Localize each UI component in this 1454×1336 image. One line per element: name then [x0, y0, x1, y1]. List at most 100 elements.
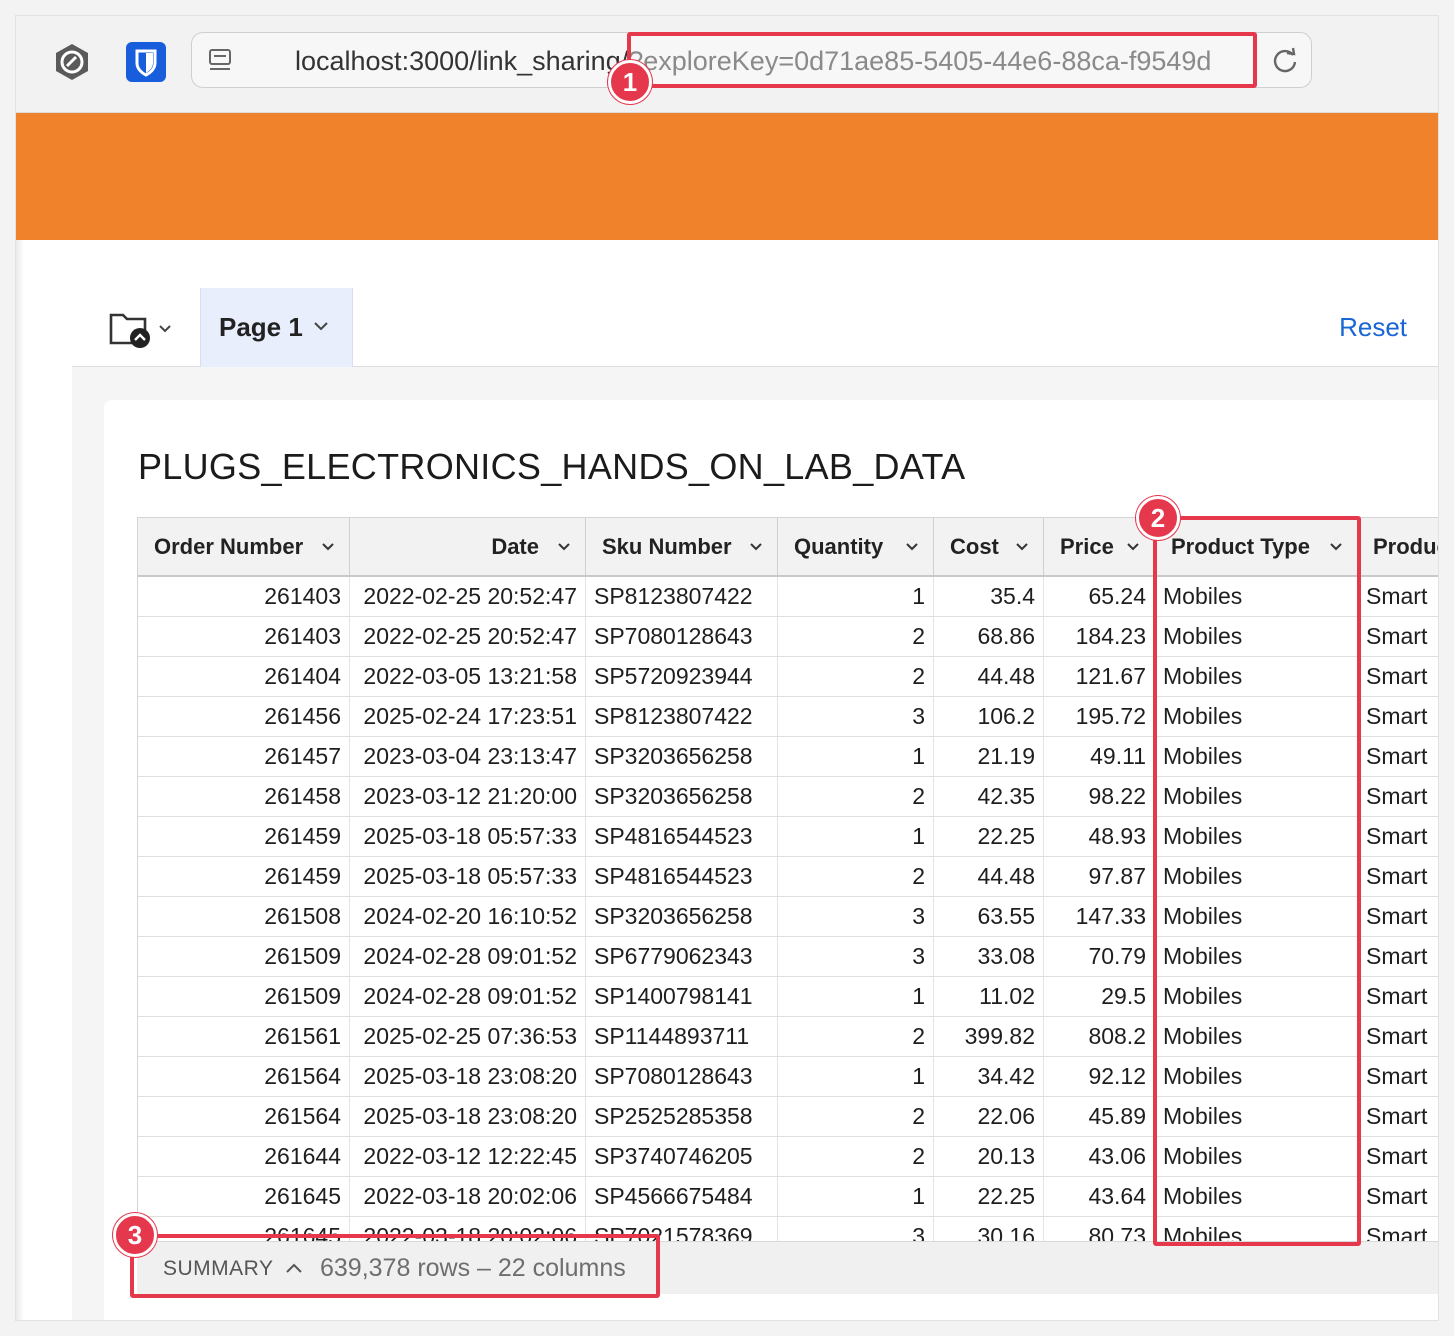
table-cell: 11.02 — [934, 977, 1044, 1016]
table-cell: 2022-03-05 13:21:58 — [350, 657, 586, 696]
table-cell: SP5720923944 — [586, 657, 778, 696]
table-cell: 2022-02-25 20:52:47 — [350, 617, 586, 656]
table-cell: SP1400798141 — [586, 977, 778, 1016]
table-cell: 1 — [778, 817, 934, 856]
table-cell: 3 — [778, 897, 934, 936]
table-cell: 33.08 — [934, 937, 1044, 976]
table-cell: Smart — [1358, 777, 1438, 816]
table-cell: 98.22 — [1044, 777, 1155, 816]
bitwarden-extension-icon[interactable] — [126, 42, 166, 82]
table-cell: 2025-02-24 17:23:51 — [350, 697, 586, 736]
table-cell: 261459 — [138, 857, 350, 896]
table-cell: Smart — [1358, 1017, 1438, 1056]
table-cell: 63.55 — [934, 897, 1044, 936]
table-cell: 261456 — [138, 697, 350, 736]
table-cell: SP4566675484 — [586, 1177, 778, 1216]
column-header[interactable]: Sku Number — [586, 518, 778, 575]
table-cell: 68.86 — [934, 617, 1044, 656]
table-cell: 261564 — [138, 1097, 350, 1136]
callout-badge-1: 1 — [608, 60, 652, 104]
table-cell: 2 — [778, 1097, 934, 1136]
table-cell: 2023-03-04 23:13:47 — [350, 737, 586, 776]
table-cell: 20.13 — [934, 1137, 1044, 1176]
column-header-label: Price — [1060, 534, 1114, 559]
table-cell: 121.67 — [1044, 657, 1155, 696]
table-cell: Smart — [1358, 1137, 1438, 1176]
table-cell: Smart — [1358, 937, 1438, 976]
table-cell: Smart — [1358, 1217, 1438, 1241]
column-header[interactable]: Quantity — [778, 518, 934, 575]
table-cell: 44.48 — [934, 657, 1044, 696]
reload-icon[interactable] — [1269, 45, 1301, 77]
column-header[interactable]: Cost — [934, 518, 1044, 575]
table-cell: SP4816544523 — [586, 817, 778, 856]
tab-page-1[interactable]: Page 1 — [200, 288, 353, 367]
table-cell: 35.4 — [934, 577, 1044, 616]
table-cell: 2025-03-18 05:57:33 — [350, 857, 586, 896]
table-cell: 22.25 — [934, 817, 1044, 856]
table-cell: SP3203656258 — [586, 777, 778, 816]
table-cell: SP8123807422 — [586, 577, 778, 616]
table-cell: 45.89 — [1044, 1097, 1155, 1136]
table-cell: 1 — [778, 1177, 934, 1216]
table-cell: 2 — [778, 657, 934, 696]
table-cell: 22.06 — [934, 1097, 1044, 1136]
table-cell: SP3203656258 — [586, 737, 778, 776]
table-cell: Smart — [1358, 817, 1438, 856]
table-cell: Smart — [1358, 897, 1438, 936]
table-cell: 43.64 — [1044, 1177, 1155, 1216]
table-cell: 22.25 — [934, 1177, 1044, 1216]
table-cell: 34.42 — [934, 1057, 1044, 1096]
table-cell: 261458 — [138, 777, 350, 816]
table-cell: SP2525285358 — [586, 1097, 778, 1136]
chevron-down-icon[interactable] — [749, 541, 763, 553]
chevron-down-icon[interactable] — [557, 541, 571, 553]
folder-menu-button[interactable] — [108, 310, 178, 348]
table-cell: 1 — [778, 577, 934, 616]
table-cell: Smart — [1358, 697, 1438, 736]
table-cell: 808.2 — [1044, 1017, 1155, 1056]
table-cell: SP6779062343 — [586, 937, 778, 976]
table-cell: 2025-02-25 07:36:53 — [350, 1017, 586, 1056]
table-cell: Smart — [1358, 617, 1438, 656]
table-cell: 2 — [778, 1017, 934, 1056]
callout-badge-2: 2 — [1136, 496, 1180, 540]
chevron-down-icon[interactable] — [1126, 541, 1140, 553]
table-cell: 2024-02-28 09:01:52 — [350, 977, 586, 1016]
chevron-down-icon[interactable] — [905, 541, 919, 553]
chevron-down-icon[interactable] — [1015, 541, 1029, 553]
callout-badge-3: 3 — [113, 1213, 157, 1257]
table-cell: 2 — [778, 617, 934, 656]
table-cell: 261564 — [138, 1057, 350, 1096]
table-cell: 92.12 — [1044, 1057, 1155, 1096]
table-cell: SP8123807422 — [586, 697, 778, 736]
column-header[interactable]: Date — [350, 518, 586, 575]
table-cell: 1 — [778, 977, 934, 1016]
column-header[interactable]: Produc — [1358, 518, 1438, 575]
column-header-label: Date — [491, 534, 539, 559]
privacy-shield-icon[interactable] — [52, 42, 92, 82]
table-cell: 1 — [778, 737, 934, 776]
table-cell: 2025-03-18 23:08:20 — [350, 1097, 586, 1136]
column-header[interactable]: Order Number — [138, 518, 350, 575]
table-cell: SP1144893711 — [586, 1017, 778, 1056]
table-cell: 97.87 — [1044, 857, 1155, 896]
column-header-label: Produc — [1373, 534, 1438, 559]
table-cell: SP3740746205 — [586, 1137, 778, 1176]
table-cell: 2024-02-28 09:01:52 — [350, 937, 586, 976]
table-cell: 48.93 — [1044, 817, 1155, 856]
table-cell: Smart — [1358, 857, 1438, 896]
table-cell: 2024-02-20 16:10:52 — [350, 897, 586, 936]
table-cell: 21.19 — [934, 737, 1044, 776]
brand-header — [16, 113, 1438, 240]
table-cell: Smart — [1358, 657, 1438, 696]
table-cell: 2025-03-18 23:08:20 — [350, 1057, 586, 1096]
column-header-label: Cost — [950, 534, 999, 559]
table-cell: 3 — [778, 937, 934, 976]
reset-button[interactable]: Reset — [1339, 288, 1407, 367]
table-cell: 147.33 — [1044, 897, 1155, 936]
chevron-down-icon[interactable] — [313, 320, 329, 332]
table-cell: 29.5 — [1044, 977, 1155, 1016]
page-info-icon[interactable] — [206, 46, 236, 76]
chevron-down-icon[interactable] — [321, 541, 335, 553]
